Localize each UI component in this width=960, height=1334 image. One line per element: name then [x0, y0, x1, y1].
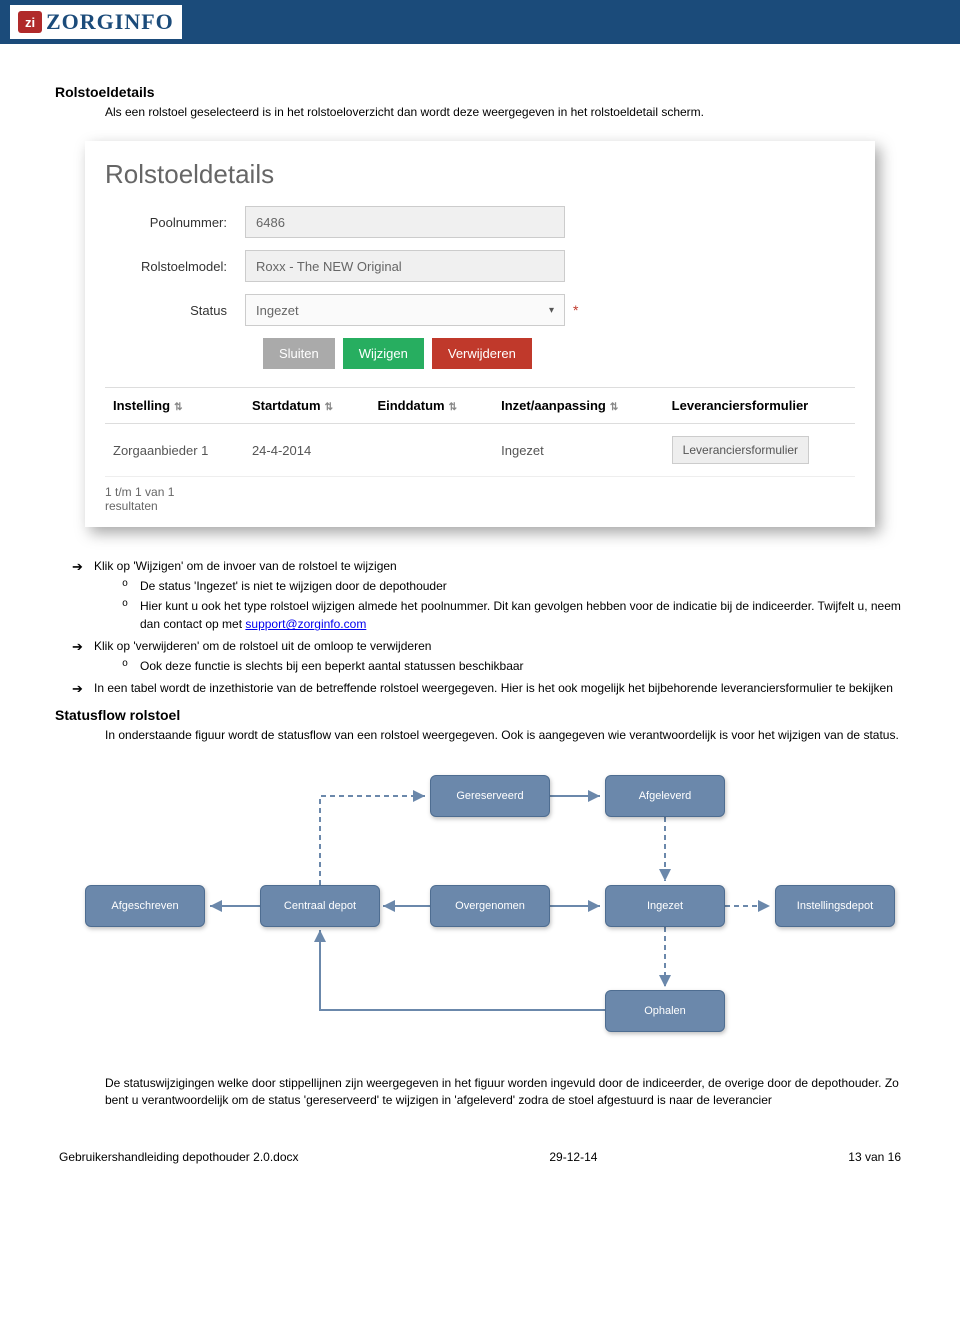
flow-box-overgenomen: Overgenomen	[430, 885, 550, 927]
sort-icon: ⇅	[174, 402, 186, 413]
flow-box-ingezet: Ingezet	[605, 885, 725, 927]
table-row: Zorgaanbieder 1 24-4-2014 Ingezet Levera…	[105, 424, 855, 477]
cell-inzet: Ingezet	[493, 424, 664, 477]
result-count: 1 t/m 1 van 1 resultaten	[105, 485, 855, 513]
th-startdatum[interactable]: Startdatum⇅	[244, 388, 370, 424]
chevron-down-icon: ▾	[549, 305, 554, 316]
section-title-rolstoeldetails: Rolstoeldetails	[55, 84, 905, 100]
panel-title: Rolstoeldetails	[105, 159, 855, 190]
rolstoeldetails-panel: Rolstoeldetails Poolnummer: 6486 Rolstoe…	[85, 141, 875, 527]
footer-center: 29-12-14	[549, 1150, 597, 1164]
bullet-wijzigen: Klik op 'Wijzigen' om de invoer van de r…	[72, 557, 905, 633]
cell-einddatum	[369, 424, 493, 477]
flow-box-afgeleverd: Afgeleverd	[605, 775, 725, 817]
sort-icon: ⇅	[325, 402, 337, 413]
th-einddatum[interactable]: Einddatum⇅	[369, 388, 493, 424]
logo-icon: zi	[18, 11, 42, 33]
verwijderen-button[interactable]: Verwijderen	[432, 338, 532, 369]
status-label: Status	[105, 303, 245, 318]
bullet-inzethistorie: In een tabel wordt de inzethistorie van …	[72, 679, 905, 697]
poolnummer-input[interactable]: 6486	[245, 206, 565, 238]
section-intro: Als een rolstoel geselecteerd is in het …	[105, 104, 905, 121]
flow-box-afgeschreven: Afgeschreven	[85, 885, 205, 927]
poolnummer-label: Poolnummer:	[105, 215, 245, 230]
wijzigen-button[interactable]: Wijzigen	[343, 338, 424, 369]
flow-box-centraal: Centraal depot	[260, 885, 380, 927]
inzet-table: Instelling⇅ Startdatum⇅ Einddatum⇅ Inzet…	[105, 387, 855, 477]
sluiten-button[interactable]: Sluiten	[263, 338, 335, 369]
header-bar: zi ZORGINFO	[0, 0, 960, 44]
logo-text: ZORGINFO	[46, 9, 174, 35]
statusflow-diagram: Gereserveerd Afgeleverd Afgeschreven Cen…	[70, 765, 890, 1065]
sort-icon: ⇅	[610, 402, 622, 413]
subbullet-poolnummer: Hier kunt u ook het type rolstoel wijzig…	[122, 597, 905, 633]
page-footer: Gebruikershandleiding depothouder 2.0.do…	[55, 1150, 905, 1164]
support-email-link[interactable]: support@zorginfo.com	[245, 617, 366, 631]
bullet-verwijderen: Klik op 'verwijderen' om de rolstoel uit…	[72, 637, 905, 675]
status-select[interactable]: Ingezet ▾	[245, 294, 565, 326]
status-value: Ingezet	[256, 303, 299, 318]
th-lever: Leveranciersformulier	[664, 388, 855, 424]
rolstoelmodel-label: Rolstoelmodel:	[105, 259, 245, 274]
required-star-icon: *	[573, 302, 578, 318]
subbullet-statussen: Ook deze functie is slechts bij een bepe…	[122, 657, 905, 675]
statusflow-outro: De statuswijzigingen welke door stippell…	[105, 1075, 905, 1110]
subbullet-ingezet: De status 'Ingezet' is niet te wijzigen …	[122, 577, 905, 595]
th-instelling[interactable]: Instelling⇅	[105, 388, 244, 424]
section-title-statusflow: Statusflow rolstoel	[55, 707, 905, 723]
th-inzet[interactable]: Inzet/aanpassing⇅	[493, 388, 664, 424]
statusflow-intro: In onderstaande figuur wordt de statusfl…	[105, 727, 905, 744]
flow-box-instellingsdepot: Instellingsdepot	[775, 885, 895, 927]
footer-left: Gebruikershandleiding depothouder 2.0.do…	[59, 1150, 299, 1164]
footer-right: 13 van 16	[848, 1150, 901, 1164]
cell-startdatum: 24-4-2014	[244, 424, 370, 477]
flow-box-ophalen: Ophalen	[605, 990, 725, 1032]
sort-icon: ⇅	[449, 402, 461, 413]
flow-box-gereserveerd: Gereserveerd	[430, 775, 550, 817]
leveranciersformulier-button[interactable]: Leveranciersformulier	[672, 436, 809, 464]
logo: zi ZORGINFO	[10, 5, 182, 39]
rolstoelmodel-input[interactable]: Roxx - The NEW Original	[245, 250, 565, 282]
cell-instelling: Zorgaanbieder 1	[105, 424, 244, 477]
